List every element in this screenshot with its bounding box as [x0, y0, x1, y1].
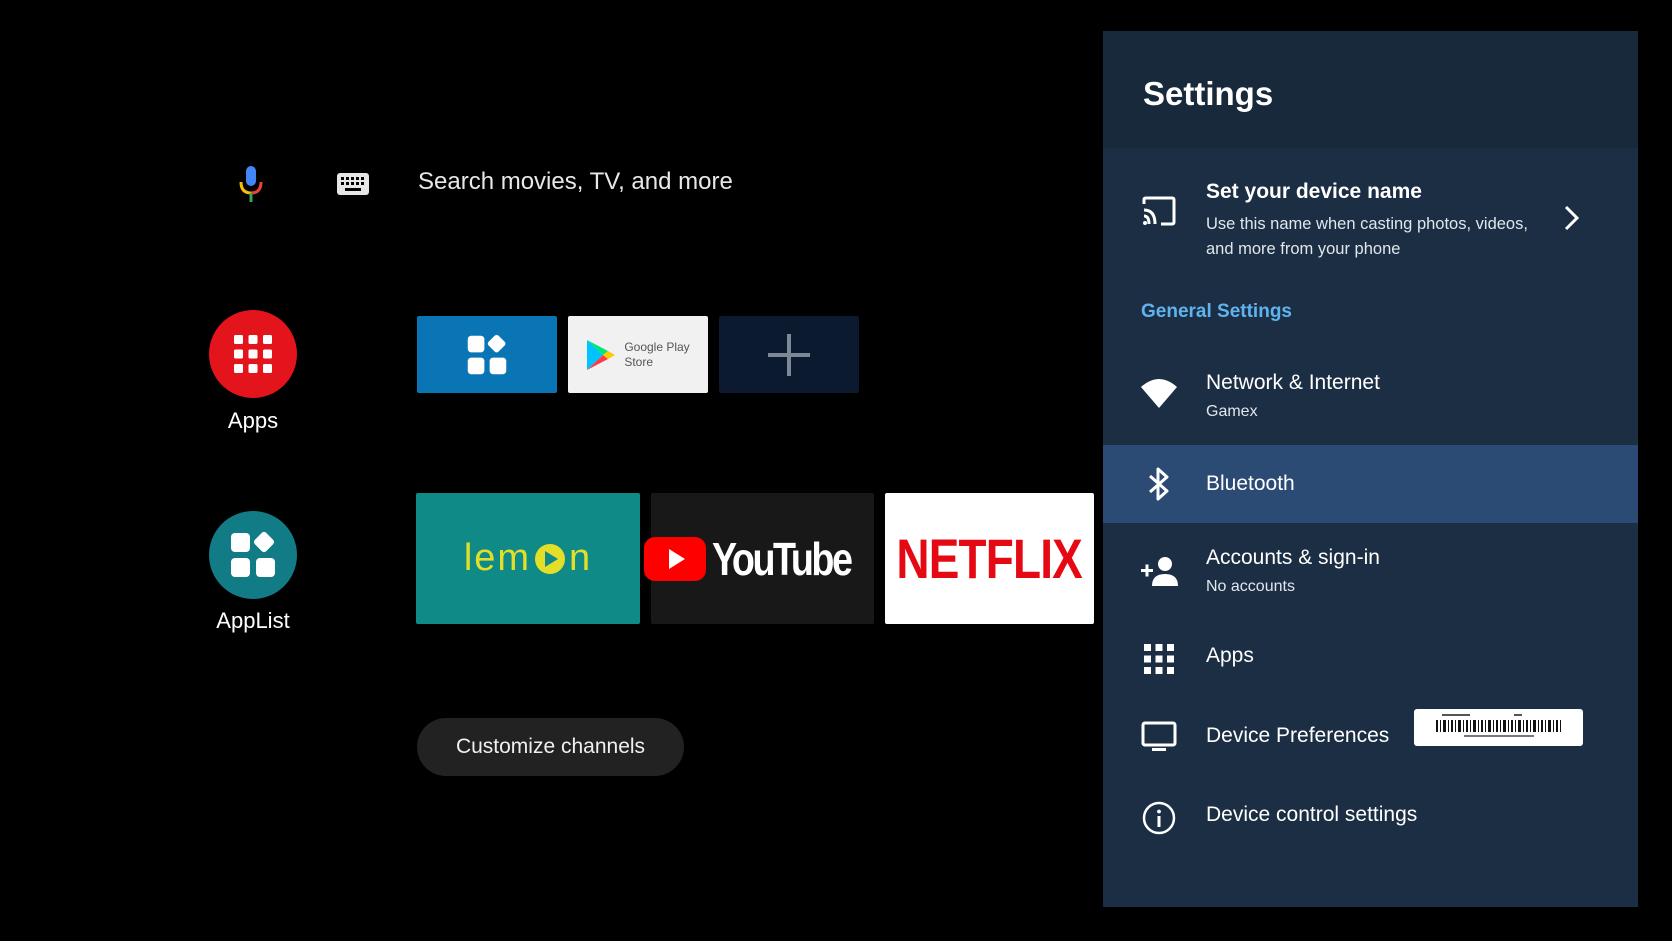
general-settings-header: General Settings	[1141, 301, 1292, 322]
netflix-logo: NETFLIX	[896, 527, 1083, 590]
settings-item-label: Network & Internet	[1206, 371, 1380, 394]
settings-item-accounts[interactable]: Accounts & sign-in No accounts	[1103, 523, 1638, 620]
settings-header: Settings	[1103, 31, 1638, 148]
applist-icon	[231, 531, 275, 577]
info-icon	[1139, 798, 1179, 838]
settings-item-label: Bluetooth	[1206, 472, 1295, 495]
settings-item-label: Device Preferences	[1206, 724, 1390, 747]
bluetooth-icon	[1139, 464, 1179, 504]
google-play-icon	[587, 339, 616, 370]
settings-item-sublabel: Gamex	[1206, 403, 1258, 420]
youtube-logo: YouTube	[644, 532, 881, 586]
settings-item-apps[interactable]: Apps	[1103, 620, 1638, 698]
settings-item-label: Accounts & sign-in	[1206, 546, 1380, 569]
add-person-icon	[1139, 551, 1179, 591]
settings-panel: Settings Set your device name Use this n…	[1103, 31, 1638, 907]
youtube-channel-tile[interactable]: YouTube	[644, 493, 874, 624]
settings-item-sublabel: No accounts	[1206, 578, 1295, 595]
wifi-icon	[1139, 373, 1179, 413]
grid-icon	[234, 335, 272, 373]
applist-launcher-button[interactable]	[209, 511, 297, 599]
settings-title: Settings	[1143, 75, 1274, 112]
barcode-sticker	[1414, 709, 1583, 746]
microphone-icon[interactable]	[236, 166, 266, 204]
keyboard-icon[interactable]	[337, 173, 369, 195]
google-play-label: Google Play Store	[624, 339, 690, 369]
youtube-play-icon	[644, 536, 707, 581]
device-name-title: Set your device name	[1206, 180, 1422, 203]
lemon-logo: lem n	[463, 537, 593, 579]
settings-item-network[interactable]: Network & Internet Gamex	[1103, 351, 1638, 445]
settings-item-label: Device control settings	[1206, 803, 1418, 826]
apps-launcher-label: Apps	[227, 408, 279, 433]
cast-icon	[1139, 191, 1179, 231]
play-circle-icon	[535, 543, 566, 574]
settings-item-label: Apps	[1206, 644, 1254, 667]
monitor-icon	[1139, 717, 1179, 757]
device-name-row[interactable]: Set your device name Use this name when …	[1103, 148, 1638, 298]
apps-launcher-button[interactable]	[209, 310, 297, 398]
applist-launcher-label: AppList	[216, 608, 290, 633]
lemon-channel-tile[interactable]: lem n	[416, 493, 640, 624]
add-favorite-tile[interactable]	[719, 316, 859, 393]
search-bar[interactable]: Search movies, TV, and more	[418, 168, 733, 196]
applist-icon	[467, 334, 507, 374]
google-play-store-tile[interactable]: Google Play Store	[568, 316, 708, 393]
chevron-right-icon	[1564, 205, 1580, 231]
settings-item-device-control[interactable]: Device control settings	[1103, 778, 1638, 858]
settings-item-bluetooth[interactable]: Bluetooth	[1103, 445, 1638, 523]
grid-icon	[1139, 639, 1179, 679]
device-name-description: Use this name when casting photos, video…	[1206, 215, 1528, 258]
customize-channels-button[interactable]: Customize channels	[417, 718, 684, 776]
plus-icon	[768, 333, 810, 376]
netflix-channel-tile[interactable]: NETFLIX	[885, 493, 1094, 624]
applist-app-tile[interactable]	[417, 316, 557, 393]
